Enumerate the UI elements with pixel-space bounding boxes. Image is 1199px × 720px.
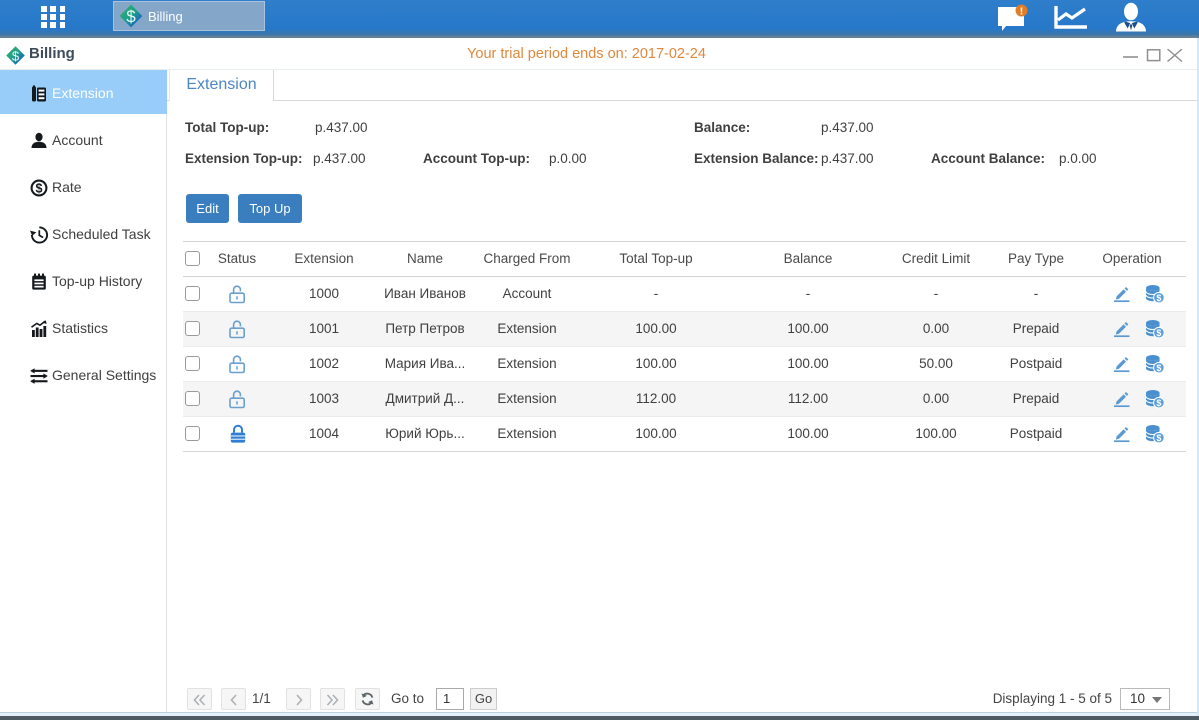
svg-text:$: $ bbox=[1156, 293, 1161, 303]
svg-text:$: $ bbox=[1156, 433, 1161, 443]
svg-text:$: $ bbox=[126, 7, 136, 26]
svg-text:$: $ bbox=[1156, 398, 1161, 408]
svg-text:$: $ bbox=[1156, 328, 1161, 338]
svg-text:$: $ bbox=[36, 181, 43, 195]
svg-text:!: ! bbox=[1020, 6, 1024, 18]
svg-text:$: $ bbox=[1156, 363, 1161, 373]
